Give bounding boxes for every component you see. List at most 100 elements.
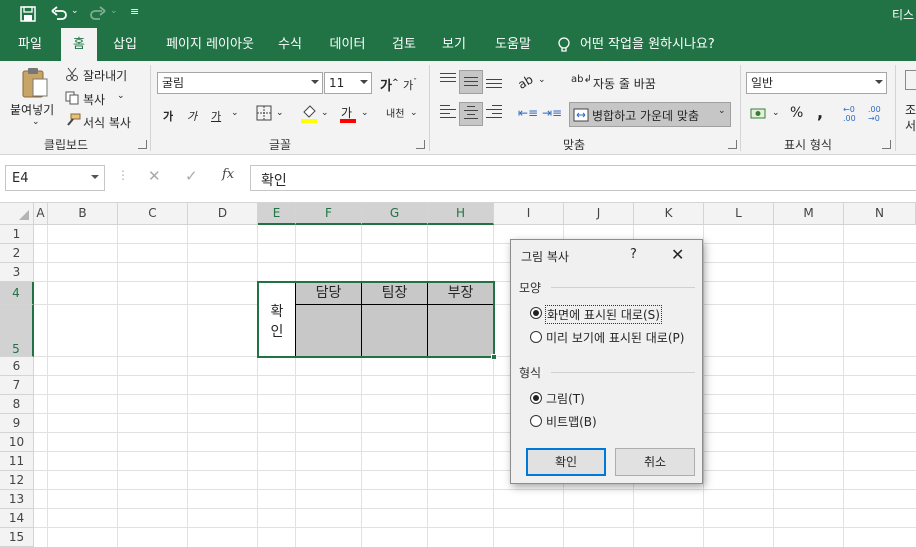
radio-as-shown-when-printed[interactable] bbox=[530, 331, 542, 343]
row-header[interactable]: 14 bbox=[0, 509, 34, 528]
shrink-font-icon[interactable]: 가ˇ bbox=[403, 77, 417, 93]
row-header[interactable]: 12 bbox=[0, 471, 34, 490]
align-top-icon[interactable] bbox=[436, 70, 460, 94]
redo-icon[interactable] bbox=[89, 5, 107, 23]
row-header[interactable]: 7 bbox=[0, 376, 34, 395]
orientation-icon[interactable]: ab bbox=[516, 72, 536, 92]
column-header[interactable]: B bbox=[48, 203, 118, 225]
fill-color-dropdown-icon[interactable]: ⌄ bbox=[321, 108, 329, 118]
row-header[interactable]: 13 bbox=[0, 490, 34, 509]
align-middle-icon[interactable] bbox=[459, 70, 483, 94]
radio-label-bitmap[interactable]: 비트맵(B) bbox=[546, 413, 597, 430]
undo-icon[interactable] bbox=[50, 5, 68, 23]
tab-review[interactable]: 검토 bbox=[384, 28, 424, 61]
accounting-format-icon[interactable] bbox=[750, 106, 768, 122]
tab-file[interactable]: 파일 bbox=[8, 28, 52, 61]
orientation-dropdown-icon[interactable]: ⌄ bbox=[538, 75, 546, 85]
row-header[interactable]: 1 bbox=[0, 225, 34, 244]
column-header[interactable]: C bbox=[118, 203, 188, 225]
approval-sign-cell[interactable] bbox=[428, 305, 493, 356]
column-header[interactable]: D bbox=[188, 203, 258, 225]
copy-button[interactable]: 복사 bbox=[83, 91, 105, 108]
close-icon[interactable]: ✕ bbox=[671, 245, 684, 264]
font-color-dropdown-icon[interactable]: ⌄ bbox=[361, 108, 369, 118]
approval-header-cell[interactable]: 부장 bbox=[428, 283, 493, 305]
column-header[interactable]: M bbox=[774, 203, 844, 225]
tab-help[interactable]: 도움말 bbox=[486, 28, 540, 61]
row-header[interactable]: 4 bbox=[0, 282, 34, 305]
styles-label-partial-2[interactable]: 서 bbox=[905, 117, 916, 134]
cut-button[interactable]: 잘라내기 bbox=[83, 67, 127, 84]
wrap-text-button[interactable]: 자동 줄 바꿈 bbox=[593, 75, 656, 92]
approval-sign-cell[interactable] bbox=[362, 305, 428, 356]
increase-decimal-icon[interactable]: ←0.00 bbox=[843, 105, 856, 123]
radio-label-as-shown-on-screen[interactable]: 화면에 표시된 대로(S) bbox=[545, 305, 662, 324]
tab-view[interactable]: 보기 bbox=[434, 28, 474, 61]
tab-formulas[interactable]: 수식 bbox=[270, 28, 310, 61]
fill-handle[interactable] bbox=[491, 354, 497, 360]
confirm-entry-icon[interactable]: ✓ bbox=[185, 167, 198, 185]
column-header[interactable]: E bbox=[258, 203, 296, 225]
tab-data[interactable]: 데이터 bbox=[320, 28, 375, 61]
format-painter-button[interactable]: 서식 복사 bbox=[83, 114, 131, 131]
row-header[interactable]: 5 bbox=[0, 305, 34, 357]
column-header[interactable]: K bbox=[634, 203, 704, 225]
select-all-corner[interactable] bbox=[0, 203, 34, 225]
insert-function-button[interactable]: fx bbox=[222, 167, 234, 182]
row-header[interactable]: 3 bbox=[0, 263, 34, 282]
number-launcher-icon[interactable] bbox=[882, 140, 891, 149]
undo-dropdown-icon[interactable]: ⌄ bbox=[71, 6, 79, 16]
alignment-launcher-icon[interactable] bbox=[728, 140, 737, 149]
font-launcher-icon[interactable] bbox=[416, 140, 425, 149]
column-header[interactable]: G bbox=[362, 203, 428, 225]
row-header[interactable]: 8 bbox=[0, 395, 34, 414]
column-header[interactable]: A bbox=[34, 203, 48, 225]
cancel-entry-icon[interactable]: ✕ bbox=[148, 167, 161, 185]
paste-button[interactable]: 붙여넣기 bbox=[10, 101, 54, 118]
fill-color-icon[interactable] bbox=[300, 103, 318, 123]
help-button[interactable]: ? bbox=[630, 247, 637, 262]
conditional-format-icon[interactable] bbox=[905, 70, 916, 90]
chevron-down-icon[interactable] bbox=[91, 175, 99, 179]
phonetic-dropdown-icon[interactable]: ⌄ bbox=[410, 108, 418, 118]
column-header[interactable]: J bbox=[564, 203, 634, 225]
comma-style-button[interactable]: , bbox=[817, 103, 823, 122]
radio-picture[interactable] bbox=[530, 392, 542, 404]
column-header[interactable]: F bbox=[296, 203, 362, 225]
worksheet-grid[interactable]: A B C D E F G H I J K L M N 1 2 3 4 5 6 … bbox=[0, 203, 916, 547]
row-header[interactable]: 6 bbox=[0, 357, 34, 376]
approval-header-cell[interactable]: 담당 bbox=[296, 283, 362, 305]
grow-font-icon[interactable]: 가^ bbox=[380, 75, 399, 94]
customize-qat-icon[interactable]: ≡ bbox=[130, 5, 139, 18]
radio-bitmap[interactable] bbox=[530, 415, 542, 427]
bold-button[interactable]: 가 bbox=[163, 108, 173, 124]
row-header[interactable]: 10 bbox=[0, 433, 34, 452]
more-options-icon[interactable]: ⋮ bbox=[117, 168, 129, 182]
tab-insert[interactable]: 삽입 bbox=[104, 28, 146, 61]
increase-indent-icon[interactable]: ⇥≡ bbox=[542, 106, 562, 120]
column-header[interactable]: I bbox=[494, 203, 564, 225]
paste-dropdown-icon[interactable]: ⌄ bbox=[32, 117, 40, 127]
row-header[interactable]: 11 bbox=[0, 452, 34, 471]
styles-label-partial-1[interactable]: 조 bbox=[905, 101, 916, 118]
approval-header-cell[interactable]: 팀장 bbox=[362, 283, 428, 305]
decrease-decimal-icon[interactable]: .00 →0 bbox=[868, 105, 881, 123]
tab-home[interactable]: 홈 bbox=[61, 28, 97, 61]
underline-button[interactable]: 가 bbox=[211, 108, 221, 124]
font-size-combo[interactable]: 11 bbox=[324, 72, 372, 94]
merge-center-button[interactable]: 병합하고 가운데 맞춤 ⌄ bbox=[569, 102, 731, 127]
row-header[interactable]: 2 bbox=[0, 244, 34, 263]
phonetic-button[interactable]: 내천 bbox=[386, 105, 404, 120]
align-right-icon[interactable] bbox=[482, 102, 506, 126]
clipboard-launcher-icon[interactable] bbox=[138, 140, 147, 149]
column-header[interactable]: L bbox=[704, 203, 774, 225]
redo-dropdown-icon[interactable]: ⌄ bbox=[110, 6, 118, 16]
accounting-dropdown-icon[interactable]: ⌄ bbox=[772, 108, 780, 118]
approval-label-cell[interactable]: 확 인 bbox=[259, 283, 296, 356]
decrease-indent-icon[interactable]: ⇤≡ bbox=[518, 106, 538, 120]
tab-page-layout[interactable]: 페이지 레이아웃 bbox=[155, 28, 265, 61]
row-header[interactable]: 15 bbox=[0, 528, 34, 547]
name-box[interactable]: E4 bbox=[5, 165, 105, 191]
underline-dropdown-icon[interactable]: ⌄ bbox=[231, 108, 239, 118]
merge-dropdown-icon[interactable]: ⌄ bbox=[718, 106, 726, 116]
